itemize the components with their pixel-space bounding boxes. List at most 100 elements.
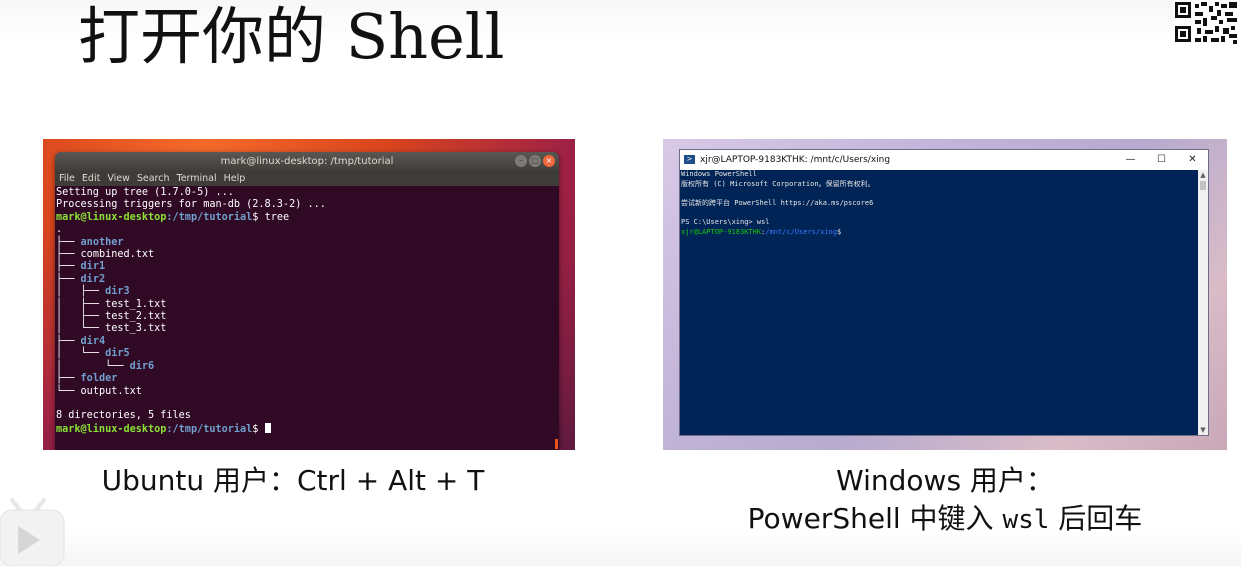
prompt-user: mark@linux-desktop <box>56 211 167 223</box>
tree-row: │ └── test_3.txt <box>56 323 559 335</box>
terminal-line: ​ <box>681 208 1208 218</box>
ubuntu-terminal-titlebar: mark@linux-desktop: /tmp/tutorial – □ × <box>55 152 559 171</box>
tree-branch: ├── <box>56 261 81 273</box>
tree-row: │ └── dir5 <box>56 348 559 360</box>
tree-file: output.txt <box>80 385 142 397</box>
prompt-path: :/tmp/tutorial <box>166 423 253 435</box>
tree-branch: │ └── <box>56 323 106 335</box>
wsl-prompt-line: xjr@LAPTOP-9183KTHK:/mnt/c/Users/xing$ <box>681 228 1208 238</box>
minimize-icon[interactable]: — <box>1115 150 1146 170</box>
menu-file[interactable]: File <box>59 171 75 186</box>
terminal-line: Windows PowerShell <box>681 170 757 178</box>
powershell-window-title: xjr@LAPTOP-9183KTHK: /mnt/c/Users/xing <box>700 155 891 165</box>
tree-row: ├── another <box>56 237 559 249</box>
prompt-symbol: $ <box>836 227 842 236</box>
tree-row: ├── combined.txt <box>56 249 559 261</box>
tree-directory: dir5 <box>105 348 130 360</box>
powershell-window: > xjr@LAPTOP-9183KTHK: /mnt/c/Users/xing… <box>679 149 1209 436</box>
tree-row: │ ├── test_1.txt <box>56 299 559 311</box>
tree-summary: 8 directories, 5 files <box>56 410 191 422</box>
tree-row: ├── dir2 <box>56 274 559 286</box>
ubuntu-window-title: mark@linux-desktop: /tmp/tutorial <box>220 156 394 167</box>
tree-branch: ├── <box>56 236 81 248</box>
powershell-icon: > <box>684 155 695 164</box>
maximize-icon[interactable]: □ <box>529 155 541 167</box>
powershell-titlebar: > xjr@LAPTOP-9183KTHK: /mnt/c/Users/xing… <box>680 150 1208 170</box>
terminal-line: 尝试新的跨平台 PowerShell https://aka.ms/pscore… <box>681 198 874 207</box>
tree-directory: dir1 <box>80 261 106 273</box>
tree-row: │ ├── dir3 <box>56 286 559 298</box>
terminal-line: ​ <box>681 189 1208 199</box>
scrollbar[interactable] <box>555 439 558 449</box>
tree-branch: ├── <box>56 335 81 347</box>
tree-row: ├── dir4 <box>56 336 559 348</box>
tree-directory: dir6 <box>129 360 155 372</box>
tree-directory: another <box>80 236 124 248</box>
caption-text: PowerShell 中键入 <box>747 502 1003 535</box>
tree-directory: folder <box>80 373 118 385</box>
tree-file: test_3.txt <box>105 323 167 335</box>
close-icon[interactable]: ✕ <box>1177 150 1208 170</box>
terminal-cursor <box>264 422 271 433</box>
tree-root: . <box>56 224 63 236</box>
tree-directory: dir2 <box>80 273 106 285</box>
prompt-user: mark@linux-desktop <box>56 423 167 435</box>
tree-branch: │ └── <box>56 360 130 372</box>
terminal-line: Setting up tree (1.7.0-5) ... <box>56 187 234 198</box>
tree-file: test_1.txt <box>105 298 167 310</box>
menu-view[interactable]: View <box>107 171 130 186</box>
prompt-path: /mnt/c/Users/xing <box>765 227 837 236</box>
menu-help[interactable]: Help <box>224 171 246 186</box>
tree-branch: │ ├── <box>56 298 106 310</box>
windows-caption-line2: PowerShell 中键入 wsl 后回车 <box>700 500 1190 539</box>
prompt-command: tree <box>264 211 290 223</box>
scroll-down-icon[interactable]: ▼ <box>1198 425 1208 435</box>
terminal-line: PS C:\Users\xing> wsl <box>681 217 770 226</box>
menu-terminal[interactable]: Terminal <box>177 171 217 186</box>
menu-search[interactable]: Search <box>137 171 170 186</box>
ubuntu-caption: Ubuntu 用户：Ctrl + Alt + T <box>101 464 485 497</box>
tree-branch: ├── <box>56 373 81 385</box>
powershell-output[interactable]: Windows PowerShell 版权所有 (C) Microsoft Cor… <box>680 170 1208 237</box>
tree-branch: └── <box>56 385 81 397</box>
tree-branch: │ ├── <box>56 311 106 323</box>
tree-branch: ├── <box>56 273 81 285</box>
minimize-icon[interactable]: – <box>515 155 527 167</box>
tree-row: ├── dir1 <box>56 261 559 273</box>
windows-screenshot: > xjr@LAPTOP-9183KTHK: /mnt/c/Users/xing… <box>663 139 1227 450</box>
tree-directory: dir3 <box>105 286 130 298</box>
scroll-thumb[interactable] <box>1200 181 1206 190</box>
slide-title: 打开你的 Shell <box>78 0 505 73</box>
terminal-line: Processing triggers for man-db (2.8.3-2)… <box>56 199 326 211</box>
close-icon[interactable]: × <box>543 155 555 167</box>
maximize-icon[interactable]: ☐ <box>1146 150 1177 170</box>
tree-branch: │ ├── <box>56 286 106 298</box>
tree-row: │ └── dir6 <box>56 361 559 373</box>
qr-code-icon <box>1173 0 1241 46</box>
caption-text: 后回车 <box>1049 502 1143 535</box>
bilibili-tv-icon <box>0 496 66 566</box>
terminal-line: 版权所有 (C) Microsoft Corporation。保留所有权利。 <box>681 179 875 188</box>
ubuntu-screenshot: mark@linux-desktop: /tmp/tutorial – □ × … <box>43 139 575 450</box>
prompt-user: xjr@LAPTOP-9183KTHK <box>681 227 762 236</box>
tree-row: └── output.txt <box>56 386 559 398</box>
prompt-line: mark@linux-desktop:/tmp/tutorial$ tree <box>56 212 559 224</box>
scrollbar[interactable]: ▲ ▼ <box>1198 170 1208 435</box>
prompt-path: :/tmp/tutorial <box>166 211 253 223</box>
windows-caption-line1: Windows 用户： <box>836 464 1054 497</box>
caption-code: wsl <box>1002 505 1050 535</box>
tree-branch: │ └── <box>56 348 106 360</box>
tree-row: ├── folder <box>56 373 559 385</box>
ubuntu-terminal-window: mark@linux-desktop: /tmp/tutorial – □ × … <box>55 152 559 450</box>
ubuntu-menubar: File Edit View Search Terminal Help <box>55 171 559 186</box>
menu-edit[interactable]: Edit <box>82 171 100 186</box>
prompt-symbol: $ <box>252 423 265 435</box>
ubuntu-terminal-output[interactable]: Setting up tree (1.7.0-5) ... Processing … <box>55 186 559 436</box>
scroll-up-icon[interactable]: ▲ <box>1198 170 1208 180</box>
tree-list: ├── another ├── combined.txt ├── dir1 ├── d… <box>56 237 559 398</box>
tree-row: │ ├── test_2.txt <box>56 311 559 323</box>
tree-file: test_2.txt <box>105 311 167 323</box>
tree-directory: dir4 <box>80 335 106 347</box>
prompt-symbol: $ <box>252 211 265 223</box>
slide: 打开你的 Shell mark@linux-desktop: /tmp/tuto… <box>0 0 1241 566</box>
